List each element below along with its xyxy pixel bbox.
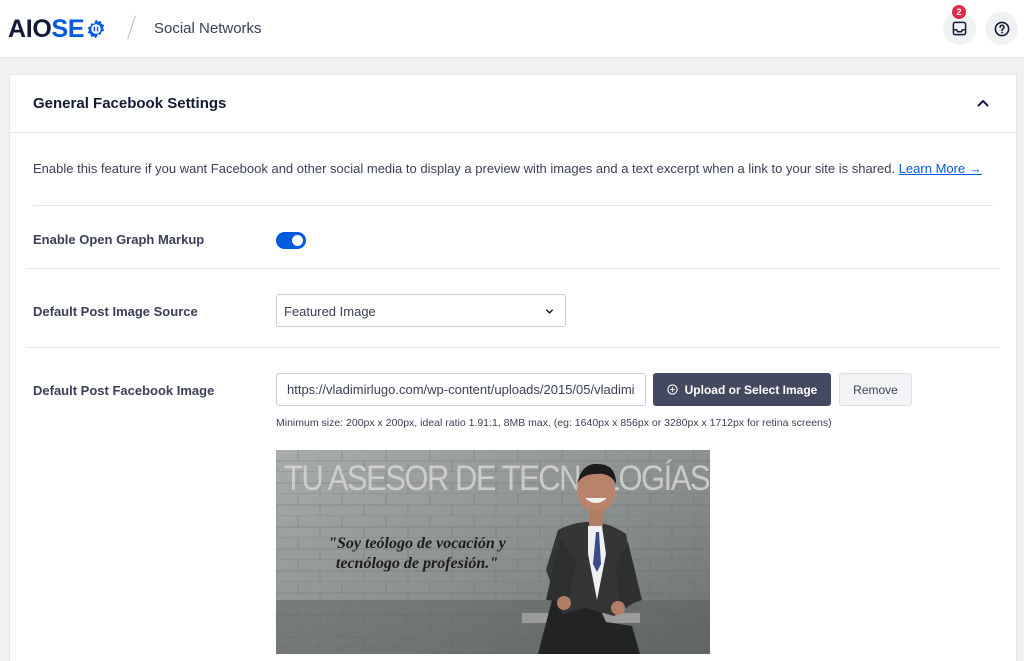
help-button[interactable] [985, 12, 1018, 45]
description-text: Enable this feature if you want Facebook… [33, 161, 896, 176]
divider [26, 268, 999, 269]
facebook-image-preview: TU ASESOR DE TECNOLOGÍAS MINISTERIALES "… [276, 450, 710, 654]
top-bar: AIO SE Social Networks 2 [0, 0, 1024, 58]
facebook-settings-card: General Facebook Settings Enable this fe… [9, 74, 1017, 661]
divider [33, 205, 993, 206]
open-graph-toggle[interactable] [276, 232, 306, 249]
chevron-up-icon[interactable] [974, 94, 992, 112]
breadcrumb-current: Social Networks [154, 20, 262, 37]
image-source-value: Featured Image [284, 304, 376, 319]
card-title: General Facebook Settings [33, 95, 227, 112]
learn-more-link[interactable]: Learn More → [899, 161, 982, 176]
image-source-select[interactable]: Featured Image [276, 294, 566, 327]
open-graph-label: Enable Open Graph Markup [33, 232, 205, 247]
card-description: Enable this feature if you want Facebook… [33, 161, 982, 176]
chevron-down-icon [546, 309, 553, 314]
logo-text-aio: AIO [8, 14, 52, 43]
facebook-image-label: Default Post Facebook Image [33, 383, 215, 398]
notification-count-badge: 2 [952, 5, 966, 19]
facebook-image-url-input[interactable] [276, 373, 646, 406]
toggle-knob [292, 235, 303, 246]
plus-circle-icon [667, 384, 678, 395]
logo-text-se: SE [51, 14, 85, 43]
aioseo-logo[interactable]: AIO SE [8, 14, 107, 44]
image-source-label: Default Post Image Source [33, 304, 198, 319]
person-photo [522, 463, 642, 654]
question-circle-icon [994, 21, 1009, 36]
upload-button-label: Upload or Select Image [684, 382, 818, 397]
gear-icon [88, 19, 105, 39]
breadcrumb-separator [127, 15, 136, 40]
upload-image-button[interactable]: Upload or Select Image [653, 373, 831, 406]
image-size-hint: Minimum size: 200px x 200px, ideal ratio… [276, 417, 832, 429]
remove-image-button[interactable]: Remove [839, 373, 912, 406]
card-header[interactable]: General Facebook Settings [10, 75, 1016, 133]
divider [26, 347, 999, 348]
inbox-icon [952, 21, 967, 36]
